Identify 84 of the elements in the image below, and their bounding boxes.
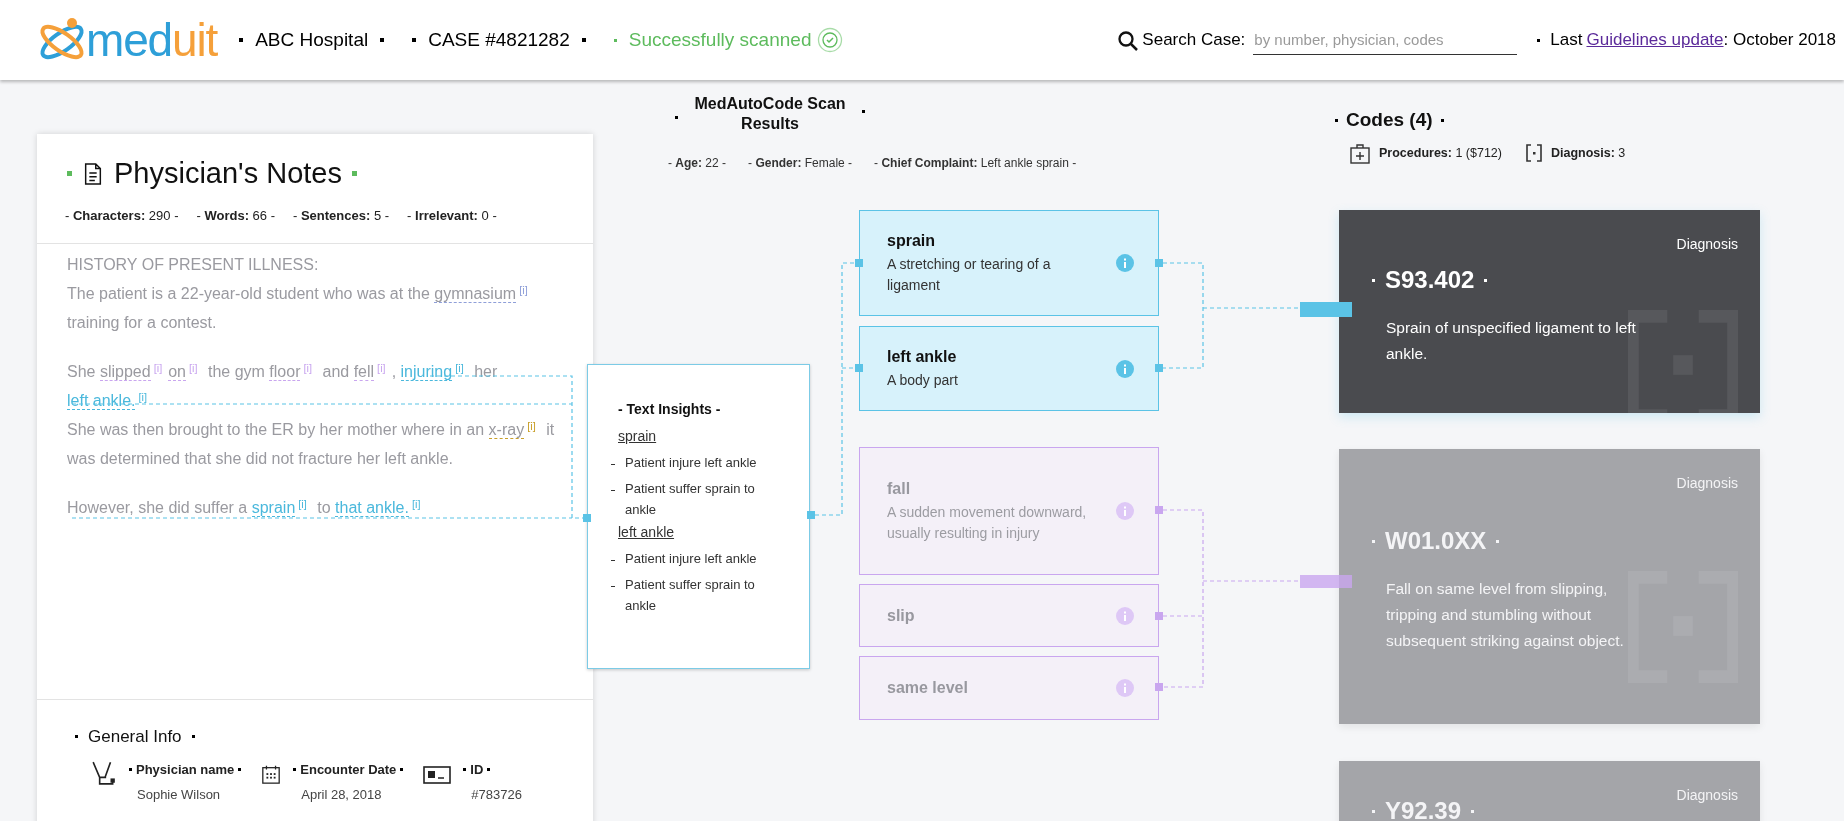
code-card[interactable]: Diagnosis Y92.39	[1339, 761, 1760, 821]
code-type: Diagnosis	[1676, 474, 1738, 493]
term-card[interactable]: slip	[859, 584, 1159, 647]
patient-info: - Gender: Female -	[748, 155, 853, 172]
term-link[interactable]: gymnasium	[434, 285, 517, 303]
update-label: Last	[1550, 29, 1583, 52]
field-value: #783726	[471, 786, 522, 804]
term-definition: A stretching or tearing of a ligament	[887, 255, 1052, 295]
term-link[interactable]: slipped	[99, 363, 151, 381]
term-link[interactable]: injuring	[400, 363, 453, 381]
insight-item: Patient injure left ankle	[625, 550, 758, 568]
term-card[interactable]: sprain A stretching or tearing of a ligament	[859, 210, 1159, 316]
term-link[interactable]: left ankle.	[67, 392, 136, 410]
stat-text: - Sentences: 5 -	[293, 206, 390, 225]
info-marker[interactable]: [i]	[298, 497, 307, 510]
info-marker[interactable]: [i]	[411, 497, 421, 510]
status-text: Successfully scanned	[628, 27, 812, 52]
codes-title: Codes (4)	[1346, 108, 1433, 132]
notes-title: Physician's Notes	[114, 156, 342, 191]
stat-text: - Characters: 290 -	[65, 206, 179, 225]
code-value: S93.402	[1385, 265, 1475, 295]
term-link[interactable]: x-ray	[488, 421, 525, 439]
summary-text: Procedures: 1 ($712)	[1379, 144, 1502, 162]
code-value: Y92.39	[1385, 796, 1462, 821]
insight-item: Patient injure left ankle	[625, 454, 758, 472]
insights-title: - Text Insights -	[618, 400, 722, 419]
term-link[interactable]: sprain	[251, 499, 296, 517]
field-label: Physician name	[136, 760, 235, 779]
field-label: ID	[470, 760, 484, 779]
term-card[interactable]: left ankle A body part	[859, 326, 1159, 411]
code-type: Diagnosis	[1676, 786, 1738, 805]
scan-title: MedAutoCode Scan Results	[693, 94, 847, 134]
insights-term: left ankle	[618, 523, 676, 542]
summary-text: Diagnosis: 3	[1551, 144, 1626, 162]
search-field[interactable]: by number, physician, codes	[1253, 25, 1518, 55]
note-text: HISTORY OF PRESENT ILLNESS:	[67, 255, 320, 275]
patient-info: - Chief Complaint: Left ankle sprain -	[874, 155, 1077, 172]
search-label: Search Case:	[1142, 29, 1246, 52]
info-marker[interactable]: [i]	[455, 361, 464, 374]
patient-info: - Age: 22 -	[668, 155, 727, 172]
info-marker[interactable]: [i]	[189, 361, 198, 374]
code-card[interactable]: Diagnosis S93.402 Sprain of unspecified ligament to left ankle.	[1339, 210, 1760, 413]
term-title: left ankle	[887, 347, 958, 367]
term-link[interactable]: fell	[353, 363, 375, 381]
term-definition: A body part	[887, 371, 959, 390]
term-definition: A sudden movement downward, usually resulting in injury	[887, 503, 1087, 543]
note-text: The patient is a 22-year-old student who was at the gymnasium $^{[i]}$ training for a contest.	[67, 282, 529, 333]
update-date: : October 2018	[1723, 29, 1836, 52]
term-title: same level	[887, 678, 969, 698]
note-text: She was then brought to the ER by her mother where in an x-ray $^{[i]}$ it was determined that she did not fracture her left ankle.	[67, 418, 556, 469]
header-text: CASE #4821282	[428, 27, 570, 52]
code-description: Fall on same level from slipping, tripping and stumbling without subsequent striking against object.	[1386, 579, 1625, 651]
field-value: Sophie Wilson	[137, 786, 222, 804]
info-marker[interactable]: [i]	[519, 283, 528, 296]
header-text: ABC Hospital	[255, 27, 369, 52]
guidelines-link[interactable]: Guidelines update	[1586, 27, 1724, 53]
note-text: She slipped $^{[i]}$ on $^{[i]}$ the gym floor $^{[i]}$ and fell $^{[i]}$ , injuring $^{[i]}$ her left ankle. $^{[i]}$	[67, 360, 499, 412]
info-marker[interactable]: [i]	[303, 361, 313, 374]
section-title: General Info	[88, 726, 182, 748]
code-card[interactable]: Diagnosis W01.0XX Fall on same level from slipping, tripping and stumbling without subsequent striking against object.	[1339, 449, 1760, 724]
code-type: Diagnosis	[1676, 235, 1738, 254]
field-value: April 28, 2018	[301, 786, 383, 804]
info-marker[interactable]: [i]	[153, 361, 163, 374]
note-text: However, she did suffer a sprain $^{[i]}$ to that ankle. $^{[i]}$	[67, 496, 422, 519]
info-marker[interactable]: [i]	[377, 361, 386, 374]
term-card[interactable]: same level	[859, 656, 1159, 720]
term-title: fall	[887, 479, 912, 499]
term-title: slip	[887, 605, 916, 626]
stat-text: - Irrelevant: 0 -	[407, 206, 497, 225]
insight-item: Patient suffer sprain to ankle	[625, 480, 756, 519]
term-title: sprain	[887, 231, 936, 251]
insights-term: sprain	[618, 427, 658, 446]
stat-text: - Words: 66 -	[196, 206, 275, 225]
term-card[interactable]: fall A sudden movement downward, usually resulting in injury	[859, 447, 1159, 575]
info-marker[interactable]: [i]	[527, 419, 536, 432]
insight-item: Patient suffer sprain to ankle	[625, 576, 756, 615]
term-link[interactable]: that ankle.	[335, 499, 409, 517]
code-description: Sprain of unspecified ligament to left ankle.	[1386, 318, 1637, 364]
info-marker[interactable]: [i]	[138, 390, 148, 403]
code-value: W01.0XX	[1385, 526, 1487, 556]
logo-text: meduit	[86, 17, 218, 63]
term-link[interactable]: floor	[269, 363, 301, 381]
term-link[interactable]: on	[168, 363, 186, 381]
field-label: Encounter Date	[300, 760, 397, 779]
